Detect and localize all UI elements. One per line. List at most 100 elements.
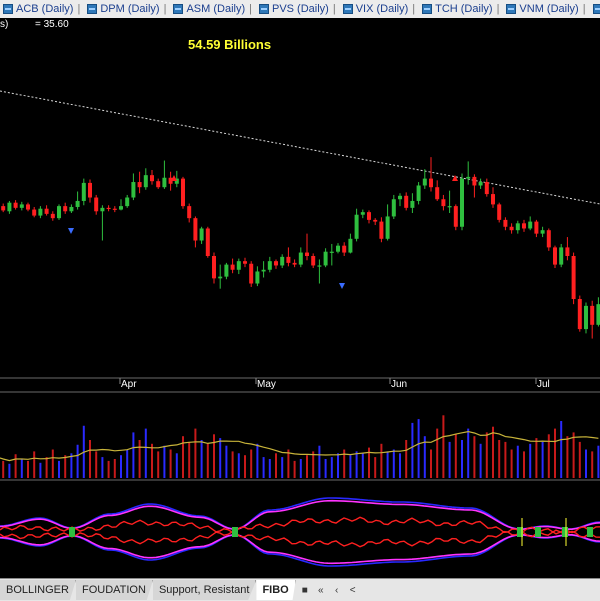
volume-bar <box>33 451 36 478</box>
volume-bar <box>144 428 147 478</box>
bottom-tab-fibo[interactable]: FIBO <box>256 580 296 600</box>
volume-bar <box>386 451 389 478</box>
volume-bar <box>14 454 17 478</box>
chart-icon <box>87 4 98 14</box>
tab-separator: | <box>163 3 167 15</box>
osc-crossover-marker <box>232 527 238 537</box>
volume-bar <box>120 455 122 478</box>
volume-bar <box>138 440 141 478</box>
bottom-tab-bollinger[interactable]: BOLLINGER <box>0 580 76 600</box>
first-page-icon[interactable]: « <box>314 583 328 597</box>
chart-area[interactable]: s) = 35.60 54.59 Billions Apr May Jun Jul <box>0 18 600 578</box>
volume-bar <box>281 457 284 478</box>
volume-bar <box>436 428 439 478</box>
legend-fragment: s) <box>0 19 8 30</box>
volume-bar <box>20 459 23 478</box>
volume-bar <box>2 460 5 478</box>
volume-bar <box>504 441 507 478</box>
osc-crossover-marker <box>562 527 568 537</box>
symbol-tab-acb[interactable]: ACB (Daily) | <box>0 0 84 18</box>
volume-bar <box>473 436 476 478</box>
osc-crossover-marker <box>69 527 75 537</box>
volume-bar <box>188 441 191 478</box>
candle <box>205 226 210 258</box>
lock-icon[interactable]: ■ <box>298 583 312 597</box>
bottom-tab-foudation[interactable]: FOUDATION <box>75 580 153 600</box>
volume-bar <box>554 428 556 478</box>
volume-bar <box>101 457 104 478</box>
volume-bar <box>45 457 48 478</box>
volume-bar <box>225 445 228 478</box>
volume-bar <box>299 459 302 478</box>
volume-bar <box>541 441 544 478</box>
symbol-tab-ltg[interactable]: LTG (Daily)| <box>590 0 600 18</box>
volume-bar <box>250 449 253 478</box>
symbol-tab-pvs[interactable]: PVS (Daily) | <box>256 0 340 18</box>
tab-separator: | <box>249 3 252 15</box>
osc-crossover-marker <box>535 527 541 537</box>
symbol-tab-label: TCH (Daily) <box>435 3 493 15</box>
bottom-tab-support[interactable]: Support, Resistant <box>152 580 257 600</box>
volume-bar <box>572 432 575 478</box>
symbol-tab-asm[interactable]: ASM (Daily) | <box>170 0 256 18</box>
volume-bar <box>163 445 166 478</box>
volume-bar <box>485 432 488 478</box>
volume-bar <box>126 449 129 478</box>
symbol-tab-dpm[interactable]: DPM (Daily) | <box>84 0 170 18</box>
osc-crossover-marker <box>587 527 593 537</box>
volume-bar <box>374 457 377 478</box>
volume-bar <box>194 428 197 478</box>
volume-bar <box>467 428 470 478</box>
candle <box>584 302 588 334</box>
volume-bar <box>417 419 420 478</box>
volume-bar <box>132 432 135 478</box>
volume-bar <box>306 455 308 478</box>
volume-bar <box>560 421 563 478</box>
volume-bar <box>262 457 265 478</box>
candle <box>577 295 582 332</box>
prev-page-icon[interactable]: ‹ <box>330 583 344 597</box>
scroll-left-icon[interactable]: < <box>346 583 360 597</box>
volume-bar <box>113 459 116 478</box>
volume-bar <box>213 434 215 478</box>
symbol-tab-vix[interactable]: VIX (Daily) | <box>340 0 419 18</box>
volume-bar <box>8 463 11 478</box>
volume-bar <box>151 443 153 478</box>
tab-separator: | <box>412 3 416 15</box>
chart-icon <box>592 4 600 14</box>
volume-bar <box>566 436 569 478</box>
volume-bar <box>529 443 532 478</box>
volume-bar <box>349 455 352 478</box>
symbol-tab-vnm[interactable]: VNM (Daily) | <box>503 0 589 18</box>
volume-bar <box>39 462 42 478</box>
month-label-jul: Jul <box>537 379 550 390</box>
volume-bar <box>430 449 432 478</box>
volume-bar <box>175 453 178 478</box>
volume-bar <box>268 459 271 478</box>
volume-bar <box>405 440 408 478</box>
volume-bar <box>51 449 54 478</box>
symbol-tab-label: VIX (Daily) <box>355 3 409 15</box>
candle <box>249 261 254 287</box>
volume-bar <box>275 453 277 478</box>
volume-bar <box>337 453 339 478</box>
volume-bar <box>510 449 513 478</box>
symbol-tab-tch[interactable]: TCH (Daily) | <box>419 0 503 18</box>
volume-bar <box>399 453 401 478</box>
symbol-tab-label: PVS (Daily) <box>271 3 329 15</box>
chart-icon <box>3 4 13 14</box>
candle <box>571 252 576 305</box>
symbol-tab-label: ACB (Daily) <box>16 3 74 15</box>
volume-bar <box>256 443 259 478</box>
candle <box>181 176 185 209</box>
volume-bar <box>64 455 67 478</box>
candle <box>559 243 564 268</box>
tab-separator: | <box>77 3 81 15</box>
volume-bar <box>107 460 110 478</box>
symbol-tab-label: DPM (Daily) <box>100 3 160 15</box>
volume-bar <box>442 415 445 478</box>
volume-bar <box>58 460 60 478</box>
volume-bar <box>330 457 333 478</box>
volume-bar <box>76 444 79 478</box>
volume-bar <box>479 443 482 478</box>
